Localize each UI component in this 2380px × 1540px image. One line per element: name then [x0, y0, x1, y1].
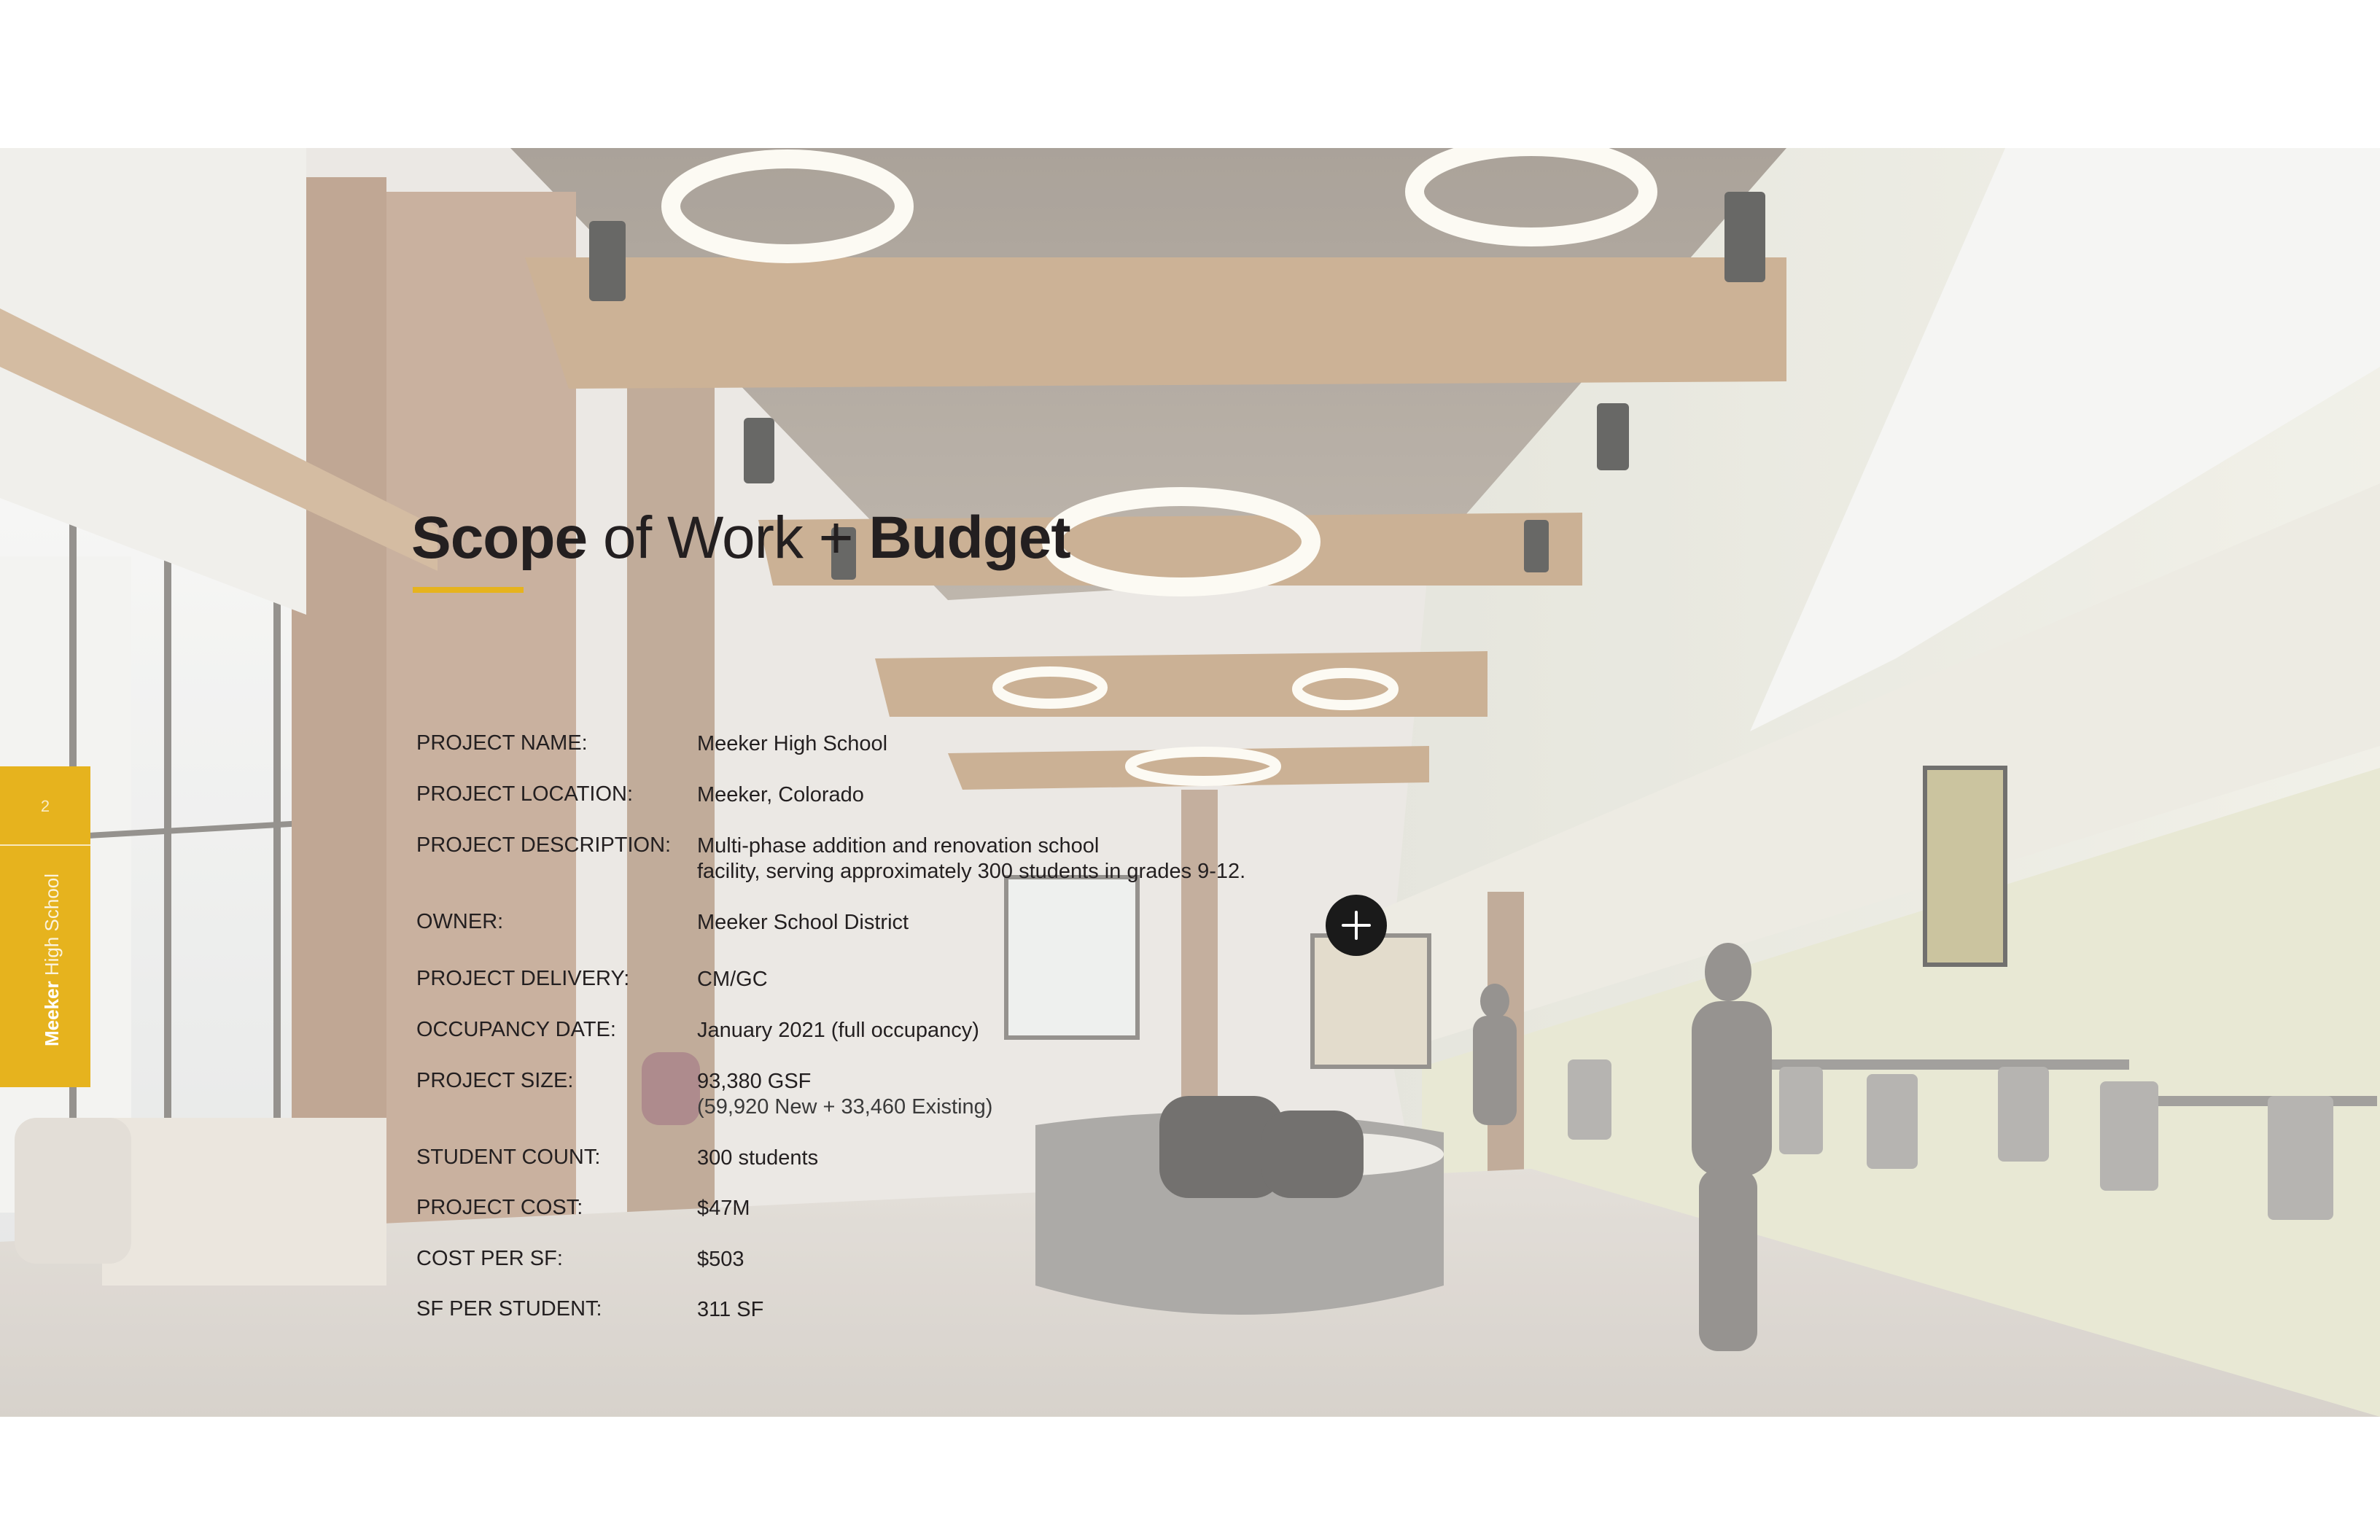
detail-label: PROJECT DESCRIPTION: — [416, 833, 672, 857]
detail-value: CM/GC — [697, 968, 768, 991]
detail-value: Multi-phase addition and renovation scho… — [697, 833, 1245, 884]
detail-value: $503 — [697, 1248, 744, 1271]
page-number: 2 — [40, 797, 50, 815]
section-label: Meeker High School — [41, 874, 63, 1046]
detail-label: PROJECT DELIVERY: — [416, 967, 630, 990]
plus-icon — [1342, 911, 1371, 940]
page-title: Scope of Work + Budget — [411, 504, 1071, 572]
detail-value: 93,380 GSF (59,920 New + 33,460 Existing… — [697, 1069, 992, 1120]
detail-label: SF PER STUDENT: — [416, 1297, 602, 1321]
detail-label: COST PER SF: — [416, 1247, 563, 1270]
detail-value-line-2: facility, serving approximately 300 stud… — [697, 860, 1246, 883]
detail-label: STUDENT COUNT: — [416, 1146, 601, 1169]
detail-value-line-1: 93,380 GSF — [697, 1070, 812, 1093]
image-wash-overlay — [0, 148, 2380, 1417]
detail-value: Meeker, Colorado — [697, 783, 864, 806]
section-label-light: High School — [41, 873, 63, 981]
detail-value-line-2: (59,920 New + 33,460 Existing) — [697, 1095, 993, 1119]
detail-value: Meeker High School — [697, 732, 888, 755]
title-part-middle: of Work + — [587, 505, 869, 571]
title-accent-line — [413, 587, 524, 593]
title-part-budget: Budget — [868, 505, 1070, 571]
detail-label: PROJECT NAME: — [416, 731, 588, 755]
detail-label: PROJECT COST: — [416, 1196, 583, 1219]
detail-label: PROJECT SIZE: — [416, 1069, 574, 1092]
detail-label: OCCUPANCY DATE: — [416, 1018, 616, 1041]
detail-value: January 2021 (full occupancy) — [697, 1019, 979, 1042]
slide: 2 Meeker High School Scope of Work + Bud… — [0, 148, 2380, 1417]
detail-label: OWNER: — [416, 910, 504, 933]
detail-value: Meeker School District — [697, 911, 909, 934]
detail-value: 300 students — [697, 1146, 819, 1170]
detail-label: PROJECT LOCATION: — [416, 782, 634, 806]
title-part-scope: Scope — [411, 505, 588, 571]
detail-value: 311 SF — [697, 1298, 764, 1321]
expand-button[interactable] — [1326, 895, 1387, 956]
detail-value-line-1: Multi-phase addition and renovation scho… — [697, 834, 1100, 858]
detail-value: $47M — [697, 1197, 750, 1220]
tab-divider — [0, 844, 90, 846]
section-label-bold: Meeker — [41, 981, 63, 1046]
